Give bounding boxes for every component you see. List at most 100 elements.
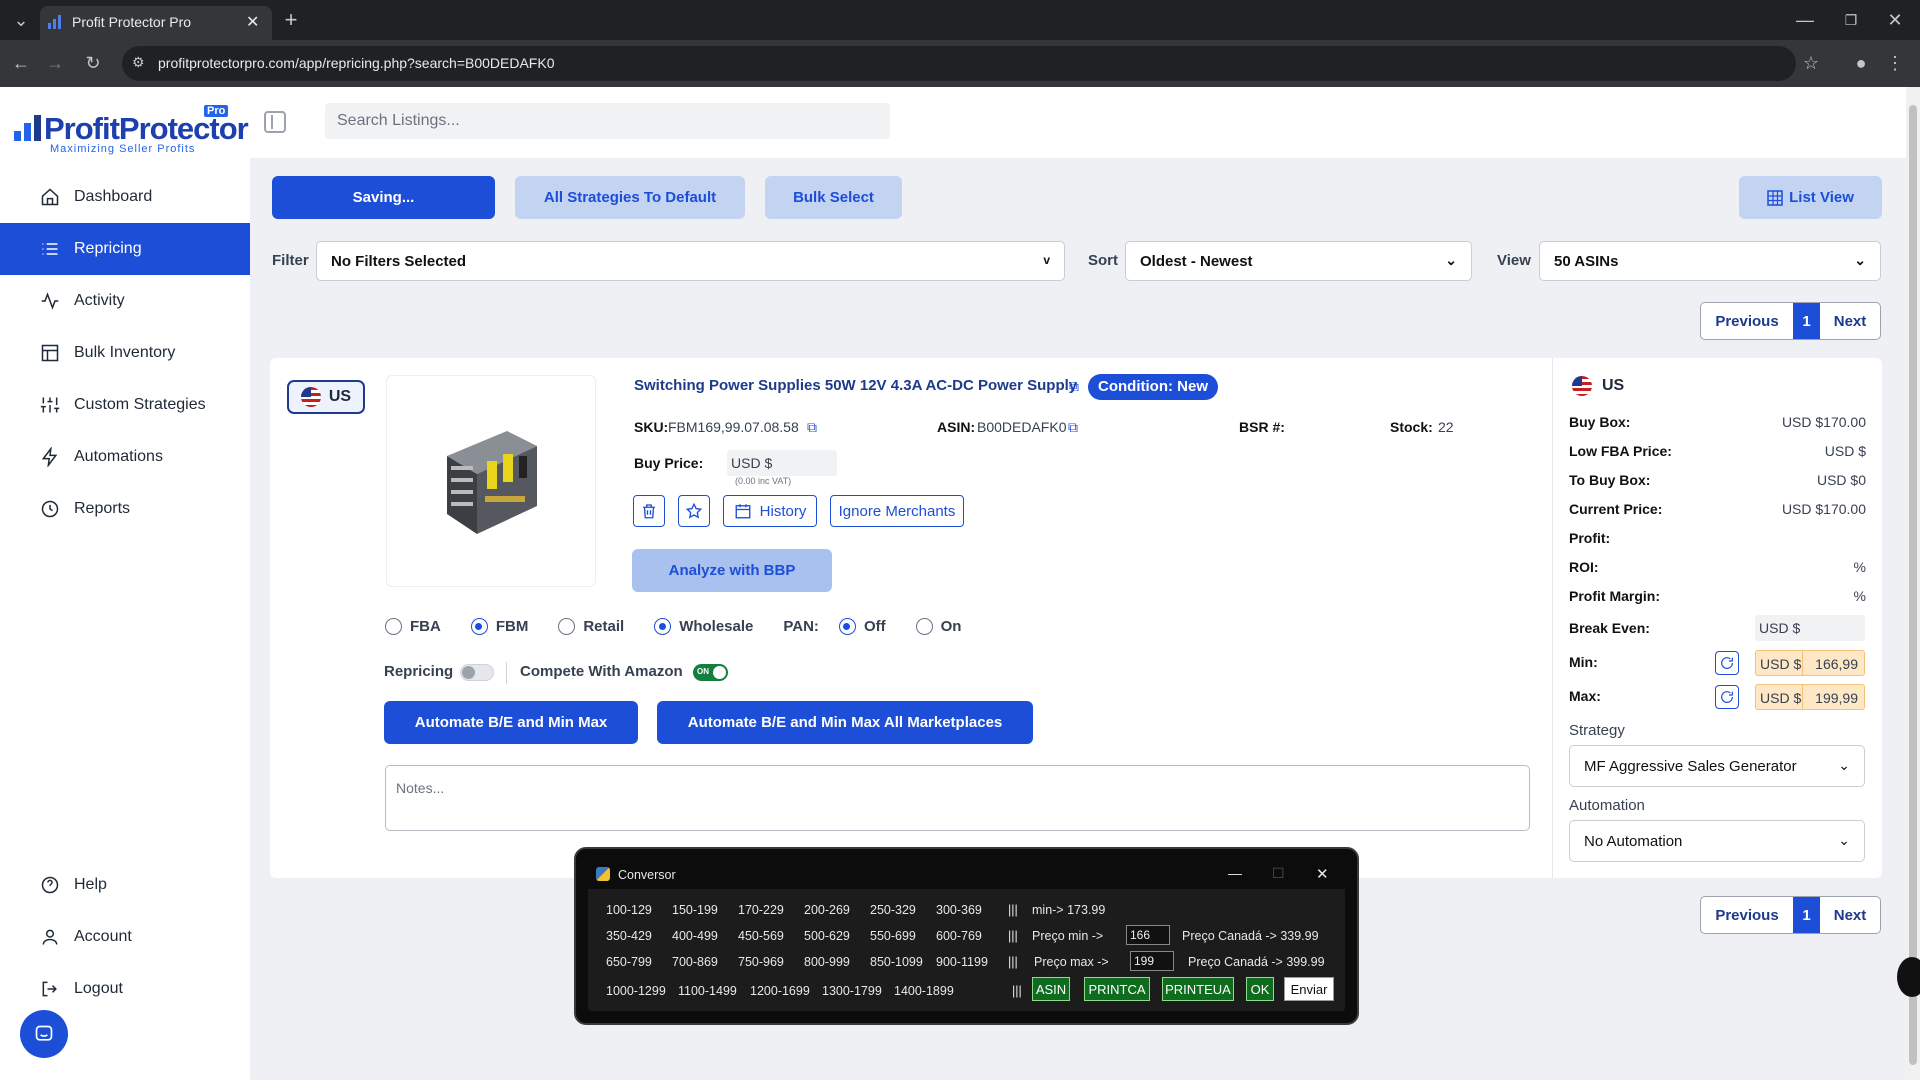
pan-label: PAN: xyxy=(783,618,819,635)
separator: ||| xyxy=(1008,929,1018,943)
new-tab-icon[interactable]: + xyxy=(276,5,306,35)
preco-min-input[interactable]: 166 xyxy=(1126,925,1170,945)
strategy-select[interactable]: MF Aggressive Sales Generator ⌄ xyxy=(1569,745,1865,787)
forward-icon[interactable]: → xyxy=(40,48,70,78)
sidebar-item-dashboard[interactable]: Dashboard xyxy=(0,171,250,223)
tab-title: Profit Protector Pro xyxy=(72,14,192,30)
browser-menu-icon[interactable]: ⋮ xyxy=(1880,48,1910,78)
saving-button[interactable]: Saving... xyxy=(272,176,495,219)
sidebar-item-account[interactable]: Account xyxy=(0,911,250,963)
close-icon[interactable]: ✕ xyxy=(1316,865,1329,883)
bulk-select-button[interactable]: Bulk Select xyxy=(765,176,902,219)
filter-value: No Filters Selected xyxy=(331,252,467,270)
product-title[interactable]: Switching Power Supplies 50W 12V 4.3A AC… xyxy=(634,377,1077,394)
marketplace-badge[interactable]: US xyxy=(287,380,365,414)
favicon-icon xyxy=(48,15,64,29)
fbm-radio[interactable] xyxy=(470,618,488,635)
next-button[interactable]: Next xyxy=(1820,897,1880,933)
sidebar-item-automations[interactable]: Automations xyxy=(0,431,250,483)
break-even-input[interactable]: USD $ xyxy=(1755,615,1865,641)
maximize-icon[interactable]: ☐ xyxy=(1272,865,1285,882)
automate-all-marketplaces-button[interactable]: Automate B/E and Min Max All Marketplace… xyxy=(657,701,1033,744)
copy-icon[interactable]: ⧉ xyxy=(1069,378,1079,395)
sidebar-item-repricing[interactable]: Repricing xyxy=(0,223,250,275)
history-button[interactable]: History xyxy=(723,495,817,527)
range-label: 1200-1699 xyxy=(750,984,810,998)
automate-be-min-max-button[interactable]: Automate B/E and Min Max xyxy=(384,701,638,744)
copy-icon[interactable]: ⧉ xyxy=(807,419,817,436)
sidebar-item-help[interactable]: Help xyxy=(0,859,250,911)
min-price-input[interactable]: USD $ 166,99 xyxy=(1755,650,1865,676)
product-image[interactable] xyxy=(386,375,596,587)
profile-icon[interactable]: ● xyxy=(1846,48,1876,78)
scrollbar-thumb[interactable] xyxy=(1909,105,1917,1065)
toggle-on-label: ON xyxy=(697,667,709,676)
view-label: View xyxy=(1497,252,1531,269)
previous-button[interactable]: Previous xyxy=(1701,897,1793,933)
page-1-button[interactable]: 1 xyxy=(1793,897,1820,933)
analyze-bbp-button[interactable]: Analyze with BBP xyxy=(632,549,832,592)
view-select[interactable]: 50 ASINs ⌄ xyxy=(1539,241,1881,281)
previous-button[interactable]: Previous xyxy=(1701,303,1793,339)
brand-logo[interactable]: ProfitProtector Pro Maximizing Seller Pr… xyxy=(14,105,249,155)
ignore-merchants-button[interactable]: Ignore Merchants xyxy=(830,495,964,527)
max-price-input[interactable]: USD $ 199,99 xyxy=(1755,684,1865,710)
all-strategies-default-button[interactable]: All Strategies To Default xyxy=(515,176,745,219)
restore-icon[interactable]: ❐ xyxy=(1836,5,1866,35)
minimize-icon[interactable]: — xyxy=(1228,865,1242,881)
collapse-sidebar-icon[interactable] xyxy=(264,111,286,133)
asin-value: B00DEDAFK0 xyxy=(977,419,1067,435)
ok-button[interactable]: OK xyxy=(1246,977,1274,1001)
filter-select[interactable]: No Filters Selected v xyxy=(316,241,1065,281)
search-input[interactable]: Search Listings... xyxy=(325,103,890,139)
browser-tab[interactable]: Profit Protector Pro ✕ xyxy=(40,6,272,40)
delete-button[interactable] xyxy=(633,495,665,527)
printeua-button[interactable]: PRINTEUA xyxy=(1162,977,1234,1001)
notes-textarea[interactable]: Notes... xyxy=(385,765,1530,831)
sidebar-item-custom-strategies[interactable]: Custom Strategies xyxy=(0,379,250,431)
sidebar-item-bulk-inventory[interactable]: Bulk Inventory xyxy=(0,327,250,379)
tab-list-icon[interactable]: ⌄ xyxy=(6,5,36,35)
preco-max-input[interactable]: 199 xyxy=(1130,951,1174,971)
max-refresh-button[interactable] xyxy=(1715,685,1739,709)
page-1-button[interactable]: 1 xyxy=(1793,303,1820,339)
retail-radio[interactable] xyxy=(558,618,576,635)
fba-radio[interactable] xyxy=(385,618,402,635)
pan-on-radio[interactable] xyxy=(915,618,933,635)
sidebar-item-logout[interactable]: Logout xyxy=(0,963,250,1015)
copy-icon[interactable]: ⧉ xyxy=(1068,419,1078,436)
min-result: min-> 173.99 xyxy=(1032,903,1106,917)
minimize-icon[interactable]: — xyxy=(1790,5,1820,35)
compete-amazon-toggle[interactable]: ON xyxy=(693,664,728,681)
min-refresh-button[interactable] xyxy=(1715,651,1739,675)
sidebar: ProfitProtector Pro Maximizing Seller Pr… xyxy=(0,87,250,1080)
wholesale-radio[interactable] xyxy=(654,618,672,635)
sidebar-item-reports[interactable]: Reports xyxy=(0,483,250,535)
asin-button[interactable]: ASIN xyxy=(1032,977,1070,1001)
url-field[interactable]: ⚙ profitprotectorpro.com/app/repricing.p… xyxy=(122,46,1796,81)
min-currency: USD $ xyxy=(1760,656,1802,672)
floating-chevron-button[interactable] xyxy=(1897,957,1920,997)
buy-price-input[interactable]: USD $ xyxy=(727,450,837,476)
favorite-button[interactable] xyxy=(678,495,710,527)
back-icon[interactable]: ← xyxy=(6,48,36,78)
page-scrollbar[interactable] xyxy=(1906,87,1920,1080)
chat-launcher-button[interactable] xyxy=(20,1010,68,1058)
automation-select[interactable]: No Automation ⌄ xyxy=(1569,820,1865,862)
right-marketplace: US xyxy=(1572,376,1624,396)
bookmark-star-icon[interactable]: ☆ xyxy=(1796,48,1826,78)
printca-button[interactable]: PRINTCA xyxy=(1084,977,1150,1001)
list-view-button[interactable]: List View xyxy=(1739,176,1882,219)
list-icon xyxy=(42,243,58,255)
next-button[interactable]: Next xyxy=(1820,303,1880,339)
sidebar-item-activity[interactable]: Activity xyxy=(0,275,250,327)
pan-off-radio[interactable] xyxy=(838,618,856,635)
reload-icon[interactable]: ↻ xyxy=(78,48,108,78)
site-info-icon[interactable]: ⚙ xyxy=(132,54,145,71)
enviar-button[interactable]: Enviar xyxy=(1284,977,1334,1001)
window-close-icon[interactable]: ✕ xyxy=(1880,5,1910,35)
tab-close-icon[interactable]: ✕ xyxy=(246,12,259,32)
sort-select[interactable]: Oldest - Newest ⌄ xyxy=(1125,241,1472,281)
canada-max-label: Preço Canadá -> 399.99 xyxy=(1188,955,1325,969)
repricing-toggle[interactable] xyxy=(460,664,494,681)
